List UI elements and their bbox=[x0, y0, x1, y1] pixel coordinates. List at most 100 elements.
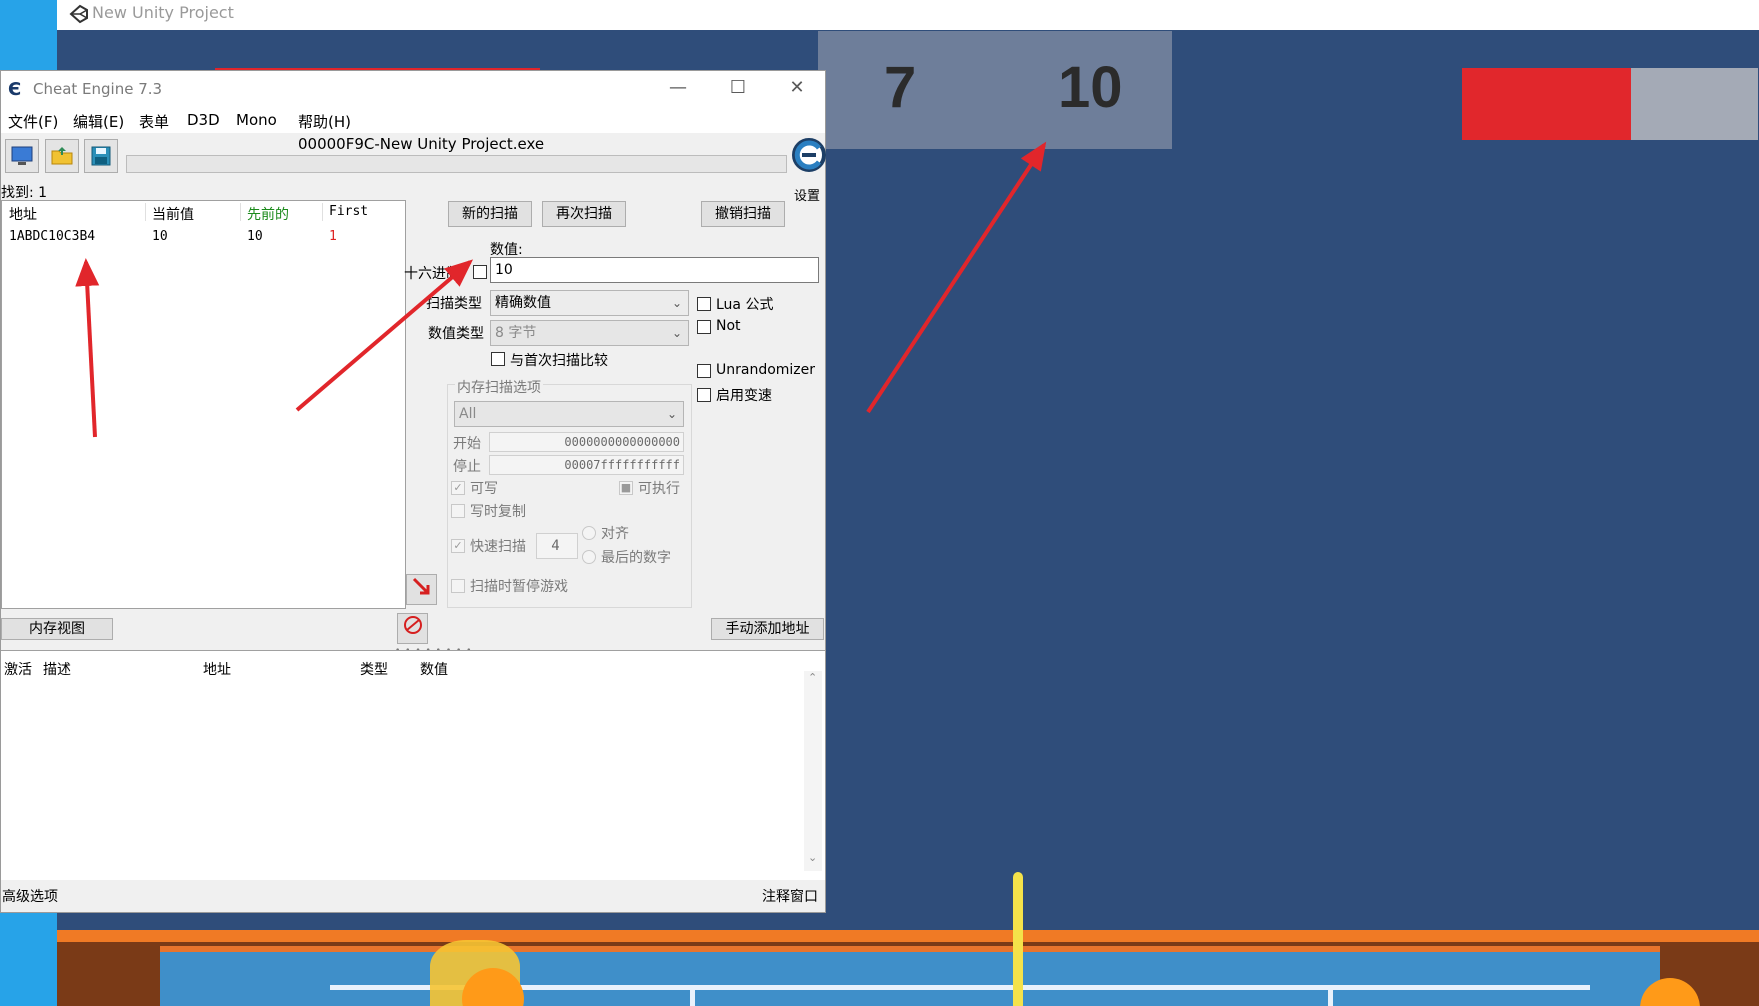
score-left: 7 bbox=[884, 55, 917, 120]
maximize-button[interactable]: ☐ bbox=[715, 74, 761, 102]
writable-label: 可写 bbox=[470, 481, 498, 497]
fast-scan-input[interactable]: 4 bbox=[536, 533, 578, 559]
computer-icon bbox=[11, 146, 33, 165]
speedhack-checkbox[interactable] bbox=[697, 388, 711, 402]
screen: New Unity Project 7 10 Є Cheat Engine 7.… bbox=[0, 0, 1759, 1006]
net-pole bbox=[1013, 872, 1023, 1006]
col-description[interactable]: 描述 bbox=[43, 659, 71, 679]
copy-on-write-checkbox[interactable] bbox=[451, 504, 465, 518]
health-bar-fill bbox=[1462, 68, 1631, 140]
scroll-up-icon[interactable]: ⌃ bbox=[808, 671, 817, 684]
floppy-disk-icon bbox=[91, 146, 111, 166]
unity-window-title: New Unity Project bbox=[92, 3, 234, 22]
last-digits-radio[interactable] bbox=[582, 550, 596, 564]
fast-scan-label: 快速扫描 bbox=[470, 539, 526, 555]
col-first[interactable]: First bbox=[329, 204, 368, 219]
memory-options-title: 内存扫描选项 bbox=[455, 377, 543, 397]
writable-checkbox[interactable]: ✓ bbox=[451, 481, 465, 495]
menu-table[interactable]: 表单 bbox=[139, 111, 169, 132]
ce-titlebar[interactable]: Є Cheat Engine 7.3 — ☐ ✕ bbox=[1, 71, 825, 107]
unrandomizer-checkbox[interactable] bbox=[697, 364, 711, 378]
court bbox=[160, 946, 1660, 1006]
menu-mono[interactable]: Mono bbox=[236, 111, 277, 129]
row-current: 10 bbox=[152, 229, 168, 244]
found-count: 找到: 1 bbox=[1, 185, 48, 201]
align-radio[interactable] bbox=[582, 526, 596, 540]
col-value[interactable]: 数值 bbox=[420, 659, 448, 679]
cheat-engine-logo-icon[interactable] bbox=[792, 135, 826, 179]
comments-window-link[interactable]: 注释窗口 bbox=[762, 886, 818, 906]
court-line bbox=[690, 985, 695, 1006]
settings-label[interactable]: 设置 bbox=[794, 185, 820, 204]
value-type-value: 8 字节 bbox=[495, 325, 537, 341]
add-address-manually-button[interactable]: 手动添加地址 bbox=[711, 618, 824, 640]
court-line bbox=[1328, 985, 1333, 1006]
col-current[interactable]: 当前值 bbox=[152, 204, 194, 224]
unity-titlebar bbox=[57, 0, 1759, 30]
save-button[interactable] bbox=[84, 139, 118, 173]
hex-label: 十六进制 bbox=[404, 266, 460, 282]
unrandomizer-label: Unrandomizer bbox=[716, 362, 816, 378]
stop-label: 停止 bbox=[453, 459, 481, 475]
add-to-list-button[interactable] bbox=[406, 574, 437, 605]
not-label: Not bbox=[716, 318, 741, 334]
scan-results-list[interactable]: 地址 当前值 先前的 First 1ABDC10C3B4 10 10 1 bbox=[1, 200, 406, 609]
open-file-button[interactable] bbox=[45, 139, 79, 173]
scroll-down-icon[interactable]: ⌄ bbox=[808, 851, 817, 864]
value-input[interactable]: 10 bbox=[490, 257, 819, 283]
no-entry-icon bbox=[403, 616, 422, 634]
lua-formula-label: Lua 公式 bbox=[716, 297, 774, 313]
score-right: 10 bbox=[1058, 55, 1123, 120]
chevron-down-icon: ⌄ bbox=[671, 296, 682, 310]
cheat-engine-window: Є Cheat Engine 7.3 — ☐ ✕ 文件(F) 编辑(E) 表单 … bbox=[0, 70, 826, 913]
menu-d3d[interactable]: D3D bbox=[187, 111, 220, 129]
executable-label: 可执行 bbox=[638, 481, 680, 497]
compare-first-label: 与首次扫描比较 bbox=[510, 353, 608, 369]
compare-first-checkbox[interactable] bbox=[491, 352, 505, 366]
last-digits-label: 最后的数字 bbox=[601, 550, 671, 566]
close-button[interactable]: ✕ bbox=[774, 74, 820, 102]
memory-region-select[interactable]: All ⌄ bbox=[454, 401, 684, 427]
open-process-button[interactable] bbox=[5, 139, 39, 173]
chevron-down-icon: ⌄ bbox=[671, 326, 682, 340]
col-previous[interactable]: 先前的 bbox=[247, 204, 289, 224]
undo-scan-button[interactable]: 撤销扫描 bbox=[701, 201, 785, 227]
pause-game-checkbox[interactable] bbox=[451, 579, 465, 593]
memory-view-button[interactable]: 内存视图 bbox=[1, 618, 113, 640]
pause-game-label: 扫描时暂停游戏 bbox=[470, 579, 568, 595]
value-label: 数值: bbox=[490, 242, 523, 258]
menu-edit[interactable]: 编辑(E) bbox=[73, 111, 124, 132]
col-separator bbox=[322, 203, 323, 221]
col-separator bbox=[240, 203, 241, 221]
speedhack-label: 启用变速 bbox=[716, 388, 772, 404]
stop-address-input[interactable]: 00007fffffffffff bbox=[489, 455, 684, 475]
col-type[interactable]: 类型 bbox=[360, 659, 388, 679]
chevron-down-icon: ⌄ bbox=[666, 407, 677, 421]
col-active[interactable]: 激活 bbox=[4, 659, 32, 679]
copy-on-write-label: 写时复制 bbox=[470, 504, 526, 520]
clear-list-button[interactable] bbox=[397, 613, 428, 644]
minimize-button[interactable]: — bbox=[655, 74, 701, 102]
menu-bar: 文件(F) 编辑(E) 表单 D3D Mono 帮助(H) bbox=[1, 107, 825, 133]
scan-type-select[interactable]: 精确数值 ⌄ bbox=[490, 290, 689, 316]
align-label: 对齐 bbox=[601, 526, 629, 542]
new-scan-button[interactable]: 新的扫描 bbox=[448, 201, 532, 227]
hex-checkbox[interactable] bbox=[473, 265, 487, 279]
not-checkbox[interactable] bbox=[697, 320, 711, 334]
lua-formula-checkbox[interactable] bbox=[697, 297, 711, 311]
value-type-select[interactable]: 8 字节 ⌄ bbox=[490, 320, 689, 346]
fast-scan-checkbox[interactable]: ✓ bbox=[451, 539, 465, 553]
address-list-scrollbar[interactable]: ⌃ ⌄ bbox=[804, 671, 822, 871]
process-name: 00000F9C-New Unity Project.exe bbox=[298, 135, 545, 153]
next-scan-button[interactable]: 再次扫描 bbox=[542, 201, 626, 227]
col-address[interactable]: 地址 bbox=[203, 659, 231, 679]
advanced-options-link[interactable]: 高级选项 bbox=[2, 886, 58, 906]
col-address[interactable]: 地址 bbox=[9, 204, 37, 224]
start-address-input[interactable]: 0000000000000000 bbox=[489, 432, 684, 452]
scan-progress-bar bbox=[126, 155, 787, 173]
menu-help[interactable]: 帮助(H) bbox=[298, 111, 351, 132]
menu-file[interactable]: 文件(F) bbox=[8, 111, 58, 132]
address-list[interactable]: 激活 描述 地址 类型 数值 bbox=[1, 650, 825, 880]
arrow-down-right-icon bbox=[412, 577, 429, 595]
executable-checkbox[interactable]: ■ bbox=[619, 481, 633, 495]
